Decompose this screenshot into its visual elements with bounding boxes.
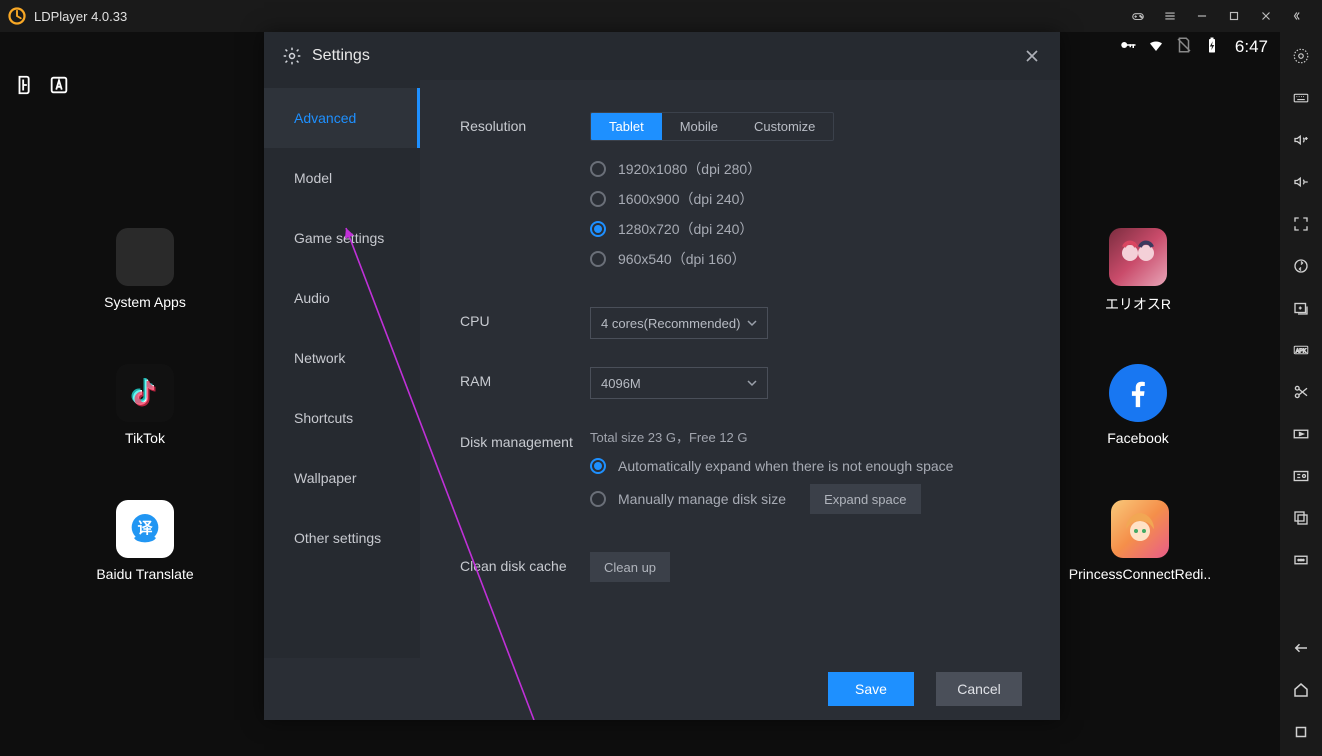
tab-tablet[interactable]: Tablet — [591, 113, 662, 140]
sync-icon[interactable] — [1291, 256, 1311, 276]
gamepad-icon[interactable] — [1122, 0, 1154, 32]
ram-select[interactable]: 4096M — [590, 367, 768, 399]
resolution-1280x720[interactable]: 1280x720（dpi 240） — [590, 219, 1020, 239]
settings-content: Resolution Tablet Mobile Customize 1920x… — [420, 80, 1060, 658]
sidebar-item-model[interactable]: Model — [264, 148, 420, 208]
scissors-icon[interactable] — [1291, 382, 1311, 402]
modal-header: Settings — [264, 32, 1060, 80]
vpn-key-icon — [1119, 36, 1137, 59]
baidu-translate-label: Baidu Translate — [95, 566, 195, 582]
operation-record-icon[interactable] — [1291, 466, 1311, 486]
volume-up-icon[interactable] — [1291, 130, 1311, 150]
svg-text:APK: APK — [1296, 348, 1307, 354]
sidebar-item-wallpaper[interactable]: Wallpaper — [264, 448, 420, 508]
princess-connect-label: PrincessConnectRedi.. — [1060, 566, 1220, 582]
cpu-label: CPU — [460, 307, 590, 339]
text-a-icon — [48, 74, 70, 96]
modal-close-icon[interactable] — [1022, 46, 1042, 66]
disk-management-label: Disk management — [460, 427, 590, 524]
notification-icons — [14, 74, 70, 96]
svg-text:译: 译 — [137, 520, 153, 537]
resolution-1920x1080[interactable]: 1920x1080（dpi 280） — [590, 159, 1020, 179]
app-title: LDPlayer 4.0.33 — [34, 9, 127, 24]
modal-footer: Save Cancel — [264, 658, 1060, 720]
elios-label: エリオスR — [1088, 294, 1188, 314]
side-toolbar: APK — [1280, 32, 1322, 756]
facebook-icon[interactable]: Facebook — [1088, 364, 1188, 446]
settings-sidebar: Advanced Model Game settings Audio Netwo… — [264, 80, 420, 658]
close-icon[interactable] — [1250, 0, 1282, 32]
disk-manual[interactable]: Manually manage disk sizeExpand space — [590, 484, 1020, 514]
cancel-button[interactable]: Cancel — [936, 672, 1022, 706]
baidu-translate-icon[interactable]: 译 Baidu Translate — [95, 500, 195, 582]
maximize-icon[interactable] — [1218, 0, 1250, 32]
sidebar-item-audio[interactable]: Audio — [264, 268, 420, 328]
titlebar: LDPlayer 4.0.33 — [0, 0, 1322, 32]
multi-instance-icon[interactable] — [1291, 298, 1311, 318]
keyboard-icon[interactable] — [1291, 88, 1311, 108]
tab-customize[interactable]: Customize — [736, 113, 833, 140]
resolution-1600x900[interactable]: 1600x900（dpi 240） — [590, 189, 1020, 209]
sidebar-item-other[interactable]: Other settings — [264, 508, 420, 568]
home-icon[interactable] — [1291, 680, 1311, 700]
minimize-icon[interactable] — [1186, 0, 1218, 32]
system-apps-icon[interactable]: System Apps — [95, 228, 195, 310]
ld-store-icon — [14, 74, 36, 96]
modal-title: Settings — [312, 47, 370, 65]
menu-icon[interactable] — [1154, 0, 1186, 32]
video-record-icon[interactable] — [1291, 424, 1311, 444]
sidebar-item-game-settings[interactable]: Game settings — [264, 208, 420, 268]
gear-icon — [282, 46, 302, 66]
sidebar-item-network[interactable]: Network — [264, 328, 420, 388]
resolution-mode-tabs: Tablet Mobile Customize — [590, 112, 834, 141]
volume-down-icon[interactable] — [1291, 172, 1311, 192]
settings-icon[interactable] — [1291, 46, 1311, 66]
expand-space-button[interactable]: Expand space — [810, 484, 920, 514]
collapse-icon[interactable] — [1282, 0, 1314, 32]
facebook-label: Facebook — [1088, 430, 1188, 446]
system-apps-label: System Apps — [95, 294, 195, 310]
clean-cache-label: Clean disk cache — [460, 552, 590, 582]
cpu-select[interactable]: 4 cores(Recommended) — [590, 307, 768, 339]
fullscreen-icon[interactable] — [1291, 214, 1311, 234]
princess-connect-icon[interactable]: PrincessConnectRedi.. — [1060, 500, 1220, 582]
disk-info-text: Total size 23 G，Free 12 G — [590, 427, 1020, 446]
clean-up-button[interactable]: Clean up — [590, 552, 670, 582]
save-button[interactable]: Save — [828, 672, 914, 706]
elios-app-icon[interactable]: エリオスR — [1088, 228, 1188, 314]
no-sim-icon — [1175, 36, 1193, 59]
disk-auto-expand[interactable]: Automatically expand when there is not e… — [590, 458, 1020, 474]
resolution-label: Resolution — [460, 112, 590, 279]
sidebar-item-advanced[interactable]: Advanced — [264, 88, 420, 148]
battery-icon — [1203, 36, 1221, 59]
tab-mobile[interactable]: Mobile — [662, 113, 736, 140]
recent-apps-icon[interactable] — [1291, 722, 1311, 742]
app-logo-icon — [8, 7, 26, 25]
more-icon[interactable] — [1291, 550, 1311, 570]
tiktok-icon[interactable]: TikTok — [95, 364, 195, 446]
back-icon[interactable] — [1291, 638, 1311, 658]
screenshot-icon[interactable] — [1291, 508, 1311, 528]
wifi-icon — [1147, 36, 1165, 59]
tiktok-label: TikTok — [95, 430, 195, 446]
status-clock: 6:47 — [1235, 37, 1268, 57]
sidebar-item-shortcuts[interactable]: Shortcuts — [264, 388, 420, 448]
settings-modal: Settings Advanced Model Game settings Au… — [264, 32, 1060, 720]
apk-icon[interactable]: APK — [1291, 340, 1311, 360]
resolution-960x540[interactable]: 960x540（dpi 160） — [590, 249, 1020, 269]
ram-label: RAM — [460, 367, 590, 399]
